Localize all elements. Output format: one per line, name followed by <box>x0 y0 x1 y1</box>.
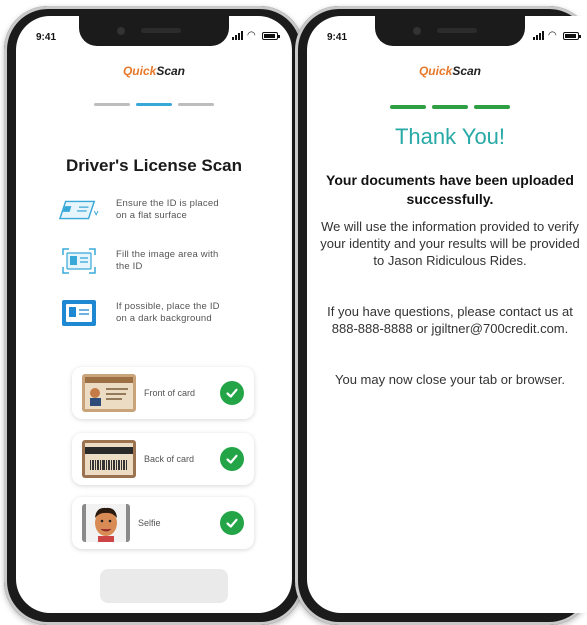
tip-text: Fill the image area with the ID <box>116 249 219 272</box>
step-2 <box>136 103 172 106</box>
status-icons: ◠ <box>533 30 581 41</box>
wifi-icon: ◠ <box>548 30 557 41</box>
step-1 <box>94 103 130 106</box>
wifi-icon: ◠ <box>247 30 256 41</box>
tip-dark-background: If possible, place the ID on a dark back… <box>58 299 226 327</box>
tip-fill-area: Fill the image area with the ID <box>58 247 226 275</box>
verification-message: We will use the information provided to … <box>320 219 580 268</box>
phone-left: 9:41 ◠ QuickScan Driver's License Scan E… <box>4 6 304 625</box>
battery-icon <box>262 31 280 40</box>
step-2 <box>432 105 468 109</box>
back-of-card-item[interactable]: Back of card <box>72 433 254 485</box>
brand-logo: QuickScan <box>418 64 482 78</box>
tip-text: Ensure the ID is placed on a flat surfac… <box>116 198 219 221</box>
step-3 <box>474 105 510 109</box>
close-tab-message: You may now close your tab or browser. <box>334 372 566 387</box>
check-icon <box>220 511 244 535</box>
card-label: Selfie <box>138 518 161 528</box>
notch <box>375 16 525 46</box>
back-card-thumbnail <box>82 440 136 478</box>
signal-icon <box>232 31 243 40</box>
selfie-item[interactable]: Selfie <box>72 497 254 549</box>
front-card-thumbnail <box>82 374 136 412</box>
step-3 <box>178 103 214 106</box>
notch <box>79 16 229 46</box>
id-dark-background-icon <box>58 299 100 327</box>
scan-screen: 9:41 ◠ QuickScan Driver's License Scan E… <box>16 16 292 613</box>
step-1 <box>390 105 426 109</box>
front-of-card-item[interactable]: Front of card <box>72 367 254 419</box>
status-time: 9:41 <box>327 32 348 43</box>
progress-steps <box>307 105 587 109</box>
upload-success-headline: Your documents have been uploaded succes… <box>326 172 574 207</box>
status-time: 9:41 <box>36 32 57 43</box>
thank-you-screen: 9:41 ◠ QuickScan Thank You! Your documen… <box>307 16 587 613</box>
tip-flat-surface: Ensure the ID is placed on a flat surfac… <box>58 196 226 224</box>
continue-button[interactable] <box>100 569 228 603</box>
selfie-thumbnail <box>82 504 130 542</box>
signal-icon <box>533 31 544 40</box>
check-icon <box>220 447 244 471</box>
tip-text: If possible, place the ID on a dark back… <box>116 301 220 324</box>
status-icons: ◠ <box>232 30 280 41</box>
battery-icon <box>563 31 581 40</box>
card-label: Front of card <box>144 388 196 398</box>
progress-steps <box>16 103 292 106</box>
page-title: Driver's License Scan <box>65 156 243 175</box>
phone-right: 9:41 ◠ QuickScan Thank You! Your documen… <box>295 6 587 625</box>
id-flat-surface-icon <box>58 196 100 224</box>
contact-message: If you have questions, please contact us… <box>327 304 573 336</box>
card-label: Back of card <box>144 454 195 464</box>
id-frame-icon <box>58 247 100 275</box>
check-icon <box>220 381 244 405</box>
thank-you-title: Thank You! <box>394 124 506 149</box>
brand-logo: QuickScan <box>122 64 186 78</box>
